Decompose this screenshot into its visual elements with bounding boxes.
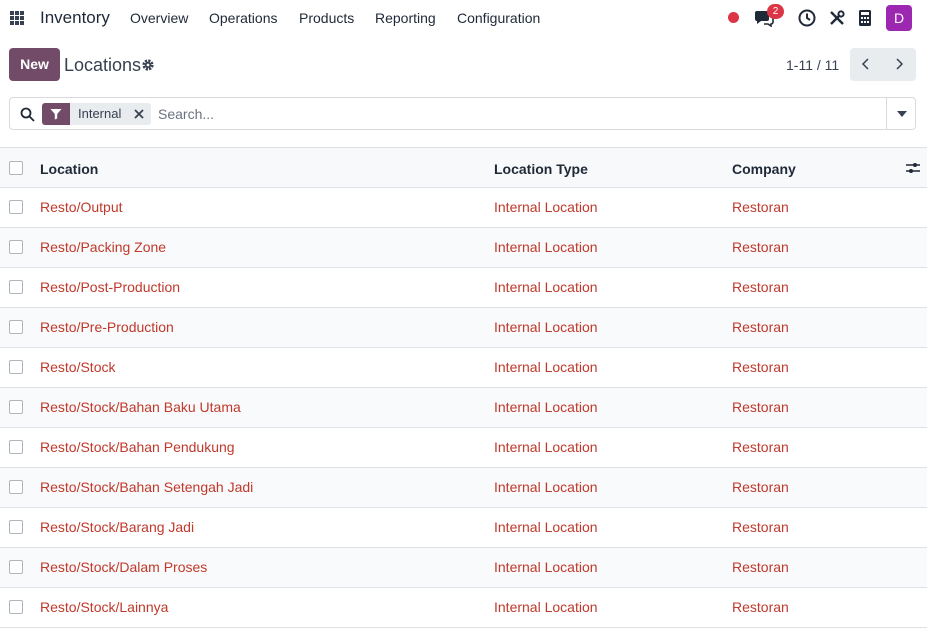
cell-location[interactable]: Resto/Stock/Lainnya: [40, 599, 168, 615]
cell-location[interactable]: Resto/Packing Zone: [40, 239, 166, 255]
search-bar: Internal: [9, 97, 916, 130]
row-checkbox[interactable]: [9, 200, 23, 214]
caret-down-icon: [897, 111, 907, 117]
cell-company[interactable]: Restoran: [732, 559, 789, 575]
filter-icon: [42, 103, 70, 125]
locations-table: Location Location Type Company Resto/Out…: [0, 147, 927, 628]
row-checkbox[interactable]: [9, 520, 23, 534]
cell-company[interactable]: Restoran: [732, 479, 789, 495]
cell-location[interactable]: Resto/Stock/Bahan Setengah Jadi: [40, 479, 253, 495]
row-checkbox[interactable]: [9, 480, 23, 494]
cell-location-type[interactable]: Internal Location: [494, 279, 598, 295]
search-facet-internal: Internal: [42, 103, 152, 125]
cell-location-type[interactable]: Internal Location: [494, 359, 598, 375]
table-header: Location Location Type Company: [0, 147, 927, 188]
cell-location[interactable]: Resto/Stock/Bahan Pendukung: [40, 439, 235, 455]
row-checkbox[interactable]: [9, 400, 23, 414]
apps-menu-icon[interactable]: [10, 11, 24, 25]
cell-company[interactable]: Restoran: [732, 319, 789, 335]
cell-location[interactable]: Resto/Output: [40, 199, 123, 215]
select-all-checkbox[interactable]: [9, 161, 23, 175]
user-avatar[interactable]: D: [886, 5, 912, 31]
row-checkbox[interactable]: [9, 560, 23, 574]
row-checkbox[interactable]: [9, 280, 23, 294]
table-row[interactable]: Resto/Stock/Barang Jadi Internal Location…: [0, 508, 927, 548]
table-row[interactable]: Resto/Pre-Production Internal Location Res…: [0, 308, 927, 348]
cell-location[interactable]: Resto/Stock/Dalam Proses: [40, 559, 207, 575]
gear-icon[interactable]: [141, 58, 155, 72]
column-header-location-type[interactable]: Location Type: [494, 161, 588, 177]
cell-location-type[interactable]: Internal Location: [494, 439, 598, 455]
pager-value[interactable]: 1-11 / 11: [786, 57, 839, 73]
app-name[interactable]: Inventory: [40, 8, 110, 28]
cell-location-type[interactable]: Internal Location: [494, 319, 598, 335]
cell-location[interactable]: Resto/Stock: [40, 359, 115, 375]
row-checkbox[interactable]: [9, 360, 23, 374]
cell-company[interactable]: Restoran: [732, 599, 789, 615]
cell-company[interactable]: Restoran: [732, 399, 789, 415]
cell-location-type[interactable]: Internal Location: [494, 199, 598, 215]
cell-location[interactable]: Resto/Post-Production: [40, 279, 180, 295]
menu-item-configuration[interactable]: Configuration: [457, 10, 540, 26]
table-row[interactable]: Resto/Stock/Bahan Pendukung Internal Loca…: [0, 428, 927, 468]
cell-location[interactable]: Resto/Stock/Bahan Baku Utama: [40, 399, 241, 415]
cell-location-type[interactable]: Internal Location: [494, 599, 598, 615]
cell-company[interactable]: Restoran: [732, 199, 789, 215]
cell-location-type[interactable]: Internal Location: [494, 399, 598, 415]
menu-item-operations[interactable]: Operations: [209, 10, 277, 26]
table-row[interactable]: Resto/Post-Production Internal Location Re…: [0, 268, 927, 308]
cell-company[interactable]: Restoran: [732, 239, 789, 255]
cell-location-type[interactable]: Internal Location: [494, 519, 598, 535]
facet-remove-button[interactable]: [129, 103, 152, 125]
cell-company[interactable]: Restoran: [732, 439, 789, 455]
menu-item-products[interactable]: Products: [299, 10, 354, 26]
tools-icon[interactable]: [828, 9, 846, 27]
cell-location[interactable]: Resto/Stock/Barang Jadi: [40, 519, 194, 535]
row-checkbox[interactable]: [9, 440, 23, 454]
search-options-toggle[interactable]: [886, 98, 916, 129]
recording-indicator-icon[interactable]: [728, 12, 739, 23]
calculator-icon[interactable]: [857, 9, 873, 27]
table-row[interactable]: Resto/Stock Internal Location Restoran: [0, 348, 927, 388]
menu-item-reporting[interactable]: Reporting: [375, 10, 436, 26]
page-title: Locations: [64, 55, 142, 75]
close-icon: [134, 109, 145, 119]
column-header-location[interactable]: Location: [40, 161, 98, 177]
pager-next-button[interactable]: [883, 48, 916, 81]
chevron-left-icon: [861, 58, 869, 70]
row-checkbox[interactable]: [9, 240, 23, 254]
table-row[interactable]: Resto/Stock/Dalam Proses Internal Locatio…: [0, 548, 927, 588]
chevron-right-icon: [896, 58, 904, 70]
cell-location-type[interactable]: Internal Location: [494, 239, 598, 255]
cell-company[interactable]: Restoran: [732, 519, 789, 535]
table-row[interactable]: Resto/Stock/Bahan Setengah Jadi Internal …: [0, 468, 927, 508]
row-checkbox[interactable]: [9, 320, 23, 334]
cell-location-type[interactable]: Internal Location: [494, 559, 598, 575]
table-row[interactable]: Resto/Stock/Bahan Baku Utama Internal Loc…: [0, 388, 927, 428]
search-icon[interactable]: [20, 107, 35, 122]
chat-badge: 2: [767, 4, 784, 19]
row-checkbox[interactable]: [9, 600, 23, 614]
facet-label: Internal: [70, 103, 130, 125]
cell-location[interactable]: Resto/Pre-Production: [40, 319, 174, 335]
cell-company[interactable]: Restoran: [732, 359, 789, 375]
table-row[interactable]: Resto/Output Internal Location Restoran: [0, 188, 927, 228]
column-settings-icon[interactable]: [905, 161, 921, 175]
table-row[interactable]: Resto/Stock/Lainnya Internal Location Rest…: [0, 588, 927, 628]
search-input[interactable]: [158, 103, 878, 125]
clock-icon[interactable]: [798, 9, 816, 27]
top-navbar: Inventory Overview Operations Products R…: [0, 0, 927, 36]
cell-location-type[interactable]: Internal Location: [494, 479, 598, 495]
table-row[interactable]: Resto/Packing Zone Internal Location Resto…: [0, 228, 927, 268]
cell-company[interactable]: Restoran: [732, 279, 789, 295]
column-header-company[interactable]: Company: [732, 161, 796, 177]
menu-item-overview[interactable]: Overview: [130, 10, 188, 26]
pager-previous-button[interactable]: [850, 48, 883, 81]
new-button[interactable]: New: [9, 48, 60, 81]
